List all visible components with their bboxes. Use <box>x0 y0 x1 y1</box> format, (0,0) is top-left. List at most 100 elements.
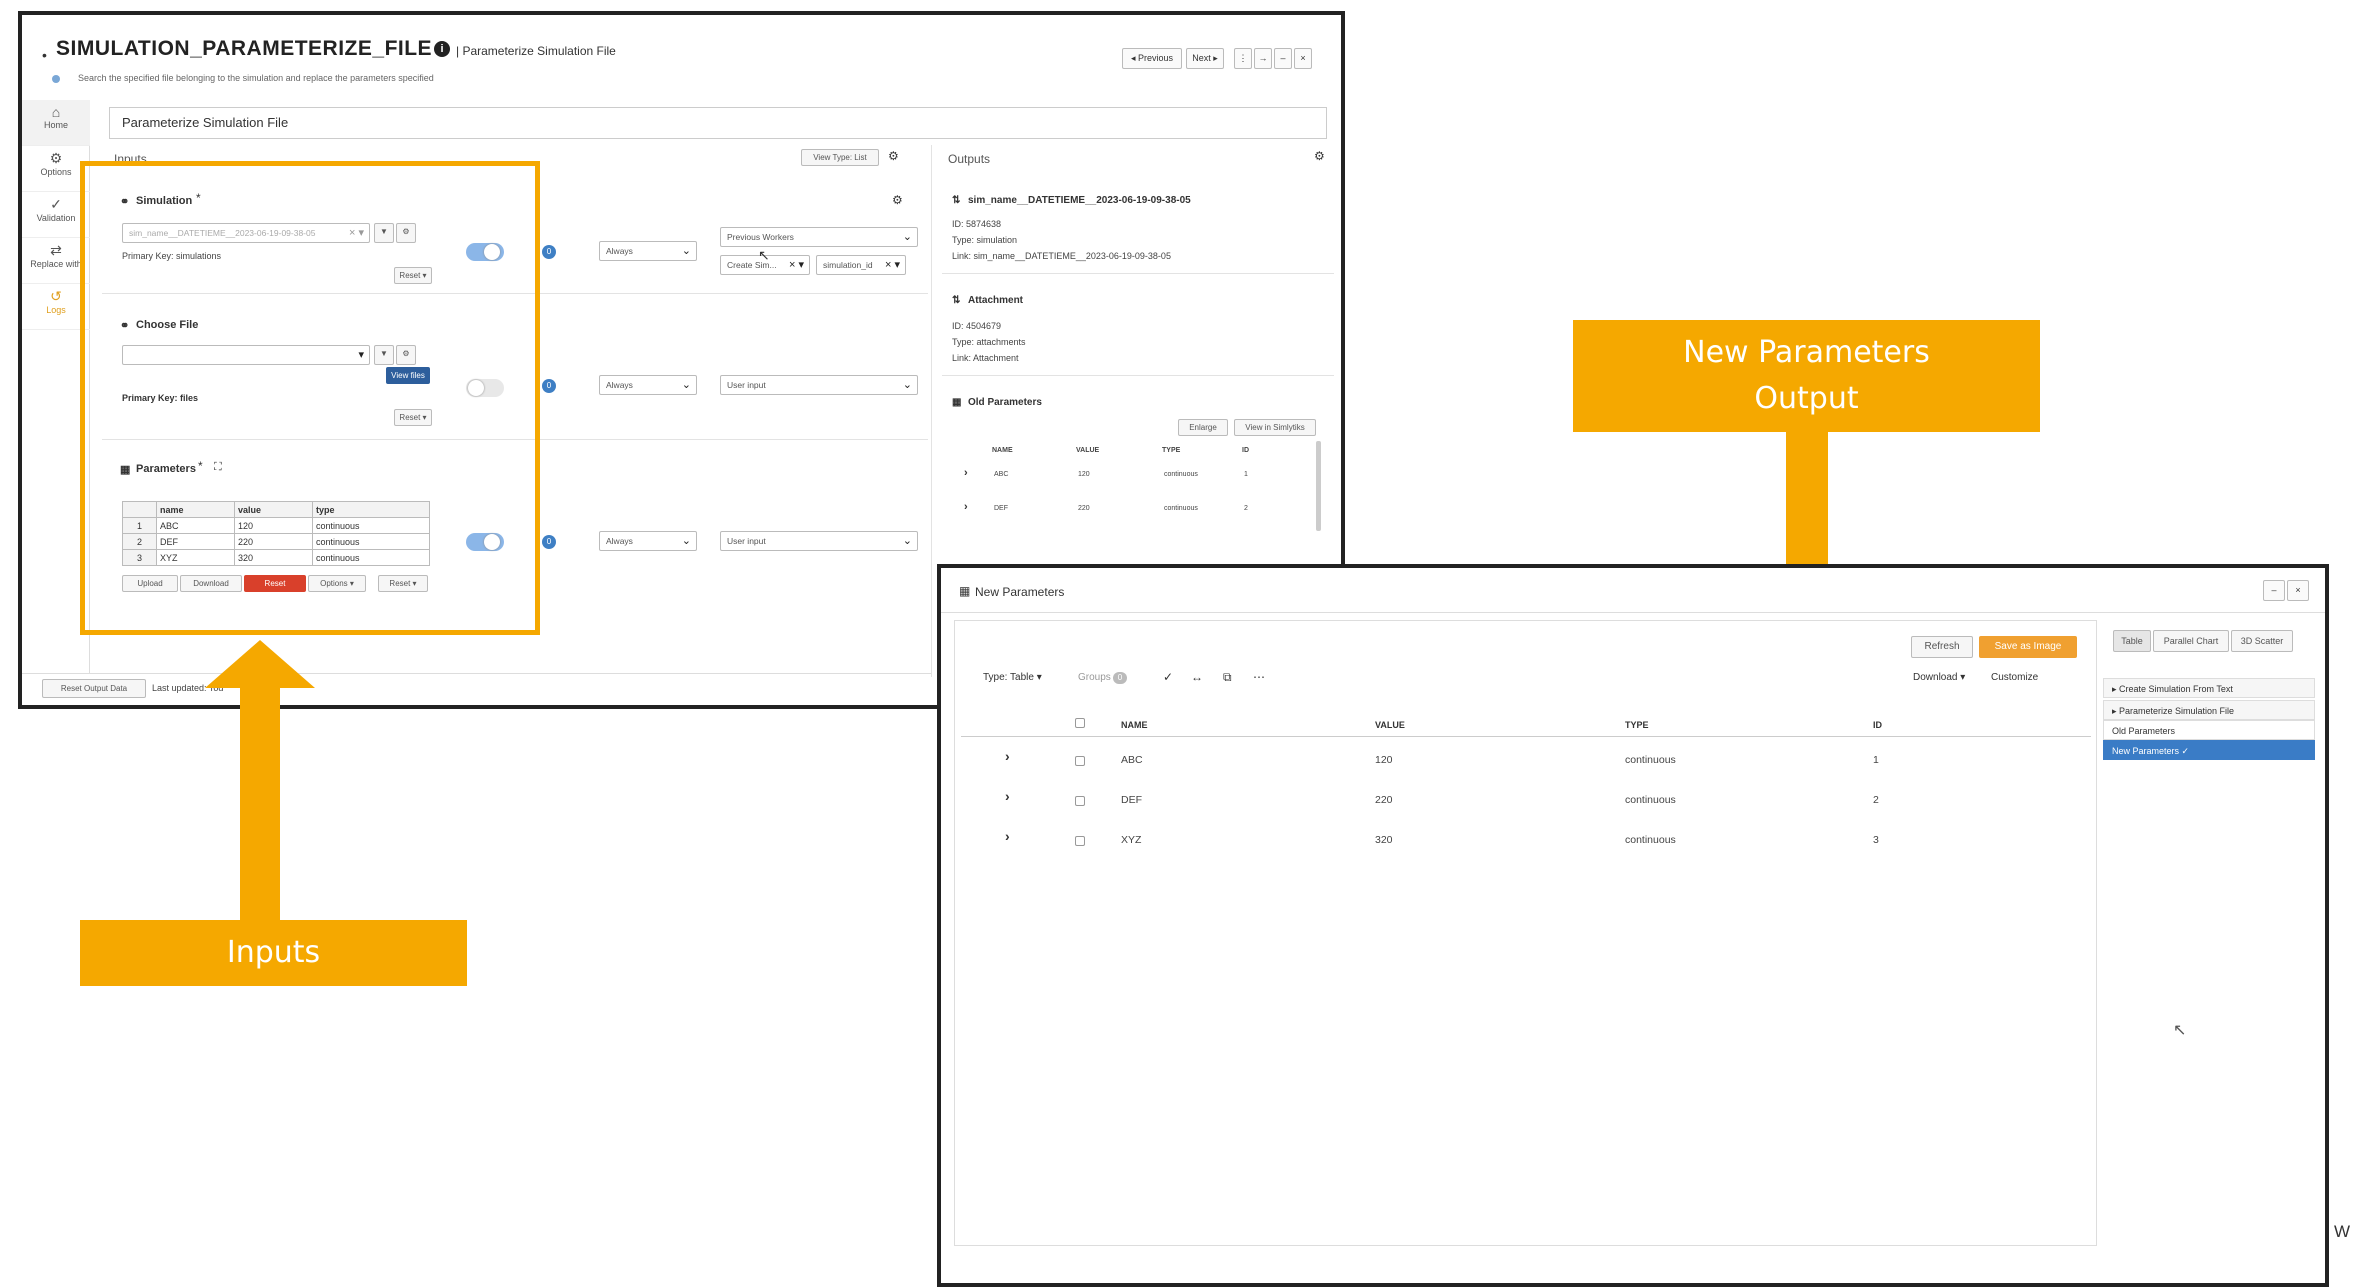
parameters-source-select[interactable]: User input ⌄ <box>720 531 918 551</box>
choose-file-mode-select[interactable]: Always ⌄ <box>599 375 697 395</box>
column-header-name[interactable]: NAME <box>1121 720 1148 730</box>
table-cell: 220 <box>1375 794 1393 806</box>
inputs-arrow <box>205 640 315 920</box>
sidebar-item-label: Replace with <box>30 259 82 269</box>
download-dropdown[interactable]: Download ▾ <box>1913 672 1965 683</box>
section-divider <box>942 375 1334 376</box>
clear-icon[interactable]: × ▾ <box>885 258 900 271</box>
table-cell: XYZ <box>1121 834 1142 846</box>
mouse-cursor-icon: ↖ <box>758 247 770 263</box>
type-table-dropdown[interactable]: Type: Table ▾ <box>983 672 1042 683</box>
simulation-field-select[interactable]: simulation_id × ▾ <box>816 255 906 275</box>
tab-table[interactable]: Table <box>2113 630 2151 652</box>
output-attachment-title: Attachment <box>968 295 1024 306</box>
table-cell: 1 <box>1873 754 1879 766</box>
parameters-mode-select[interactable]: Always ⌄ <box>599 531 697 551</box>
expand-row-icon[interactable]: › <box>1005 828 1010 844</box>
next-button[interactable]: Next ▸ <box>1186 48 1224 69</box>
table-cell: 120 <box>1078 471 1090 478</box>
arrow-right-icon[interactable]: → <box>1254 48 1272 69</box>
home-icon: ⌂ <box>51 104 61 120</box>
simulation-source-select[interactable]: Previous Workers ⌄ <box>720 227 918 247</box>
chevron-down-icon: ⌄ <box>681 245 691 257</box>
chevron-down-icon: ⌄ <box>902 535 912 547</box>
table-cell: 2 <box>1244 505 1248 512</box>
groups-dropdown[interactable]: Groups <box>1078 672 1111 683</box>
output-attachment-type: Type: attachments <box>952 337 1026 347</box>
choose-file-source-select[interactable]: User input ⌄ <box>720 375 918 395</box>
check-all-icon[interactable]: ✓ <box>1163 670 1173 684</box>
field-value: simulation_id <box>823 260 873 270</box>
column-header-id[interactable]: ID <box>1873 720 1882 730</box>
close-icon[interactable]: × <box>1294 48 1312 69</box>
tab-3d-scatter[interactable]: 3D Scatter <box>2231 630 2293 652</box>
expand-row-icon[interactable]: › <box>964 467 968 479</box>
expand-row-icon[interactable]: › <box>1005 748 1010 764</box>
tab-parallel-chart[interactable]: Parallel Chart <box>2153 630 2229 652</box>
column-header: TYPE <box>1162 447 1181 454</box>
row-checkbox[interactable] <box>1075 756 1085 766</box>
resize-columns-icon[interactable]: ↔ <box>1191 670 1203 684</box>
clear-icon[interactable]: × ▾ <box>789 258 804 271</box>
source-value: Previous Workers <box>727 232 794 242</box>
previous-button[interactable]: ◂ Previous <box>1122 48 1182 69</box>
copy-icon[interactable]: ⧉ <box>1223 670 1232 685</box>
table-cell: ABC <box>994 471 1009 478</box>
minimize-icon[interactable]: – <box>2263 580 2285 601</box>
column-header-value[interactable]: VALUE <box>1375 720 1405 730</box>
table-icon: ▦ <box>952 397 962 408</box>
output-simulation-type: Type: simulation <box>952 235 1018 245</box>
settings-icon[interactable]: ⚙ <box>1314 149 1325 163</box>
output-annotation-line1: New Parameters <box>1683 335 1930 370</box>
tree-item-old-parameters[interactable]: Old Parameters <box>2103 720 2315 740</box>
reset-output-data-button[interactable]: Reset Output Data <box>42 679 146 698</box>
table-cell: 220 <box>1078 505 1090 512</box>
close-icon[interactable]: × <box>2287 580 2309 601</box>
header-divider <box>961 736 2091 737</box>
view-type-button[interactable]: View Type: List <box>801 149 879 166</box>
customize-button[interactable]: Customize <box>1991 672 2038 683</box>
row-checkbox[interactable] <box>1075 796 1085 806</box>
section-divider <box>942 273 1334 274</box>
more-icon[interactable]: ⋯ <box>1253 670 1265 684</box>
workflow-name-input[interactable]: Parameterize Simulation File <box>109 107 1327 139</box>
window-title: New Parameters <box>975 585 1065 599</box>
enlarge-button[interactable]: Enlarge <box>1178 419 1228 436</box>
tree-item-new-parameters[interactable]: New Parameters ✓ <box>2103 740 2315 760</box>
tree-item-parameterize-file[interactable]: ▸ Parameterize Simulation File <box>2103 700 2315 720</box>
old-parameters-title: Old Parameters <box>968 397 1042 408</box>
select-all-checkbox[interactable] <box>1075 718 1085 728</box>
table-cell: DEF <box>1121 794 1142 806</box>
save-as-image-button[interactable]: Save as Image <box>1979 636 2077 658</box>
table-cell: 120 <box>1375 754 1393 766</box>
info-icon[interactable]: i <box>434 41 450 57</box>
output-attachment-link[interactable]: Link: Attachment <box>952 353 1019 363</box>
parameters-count-badge: 0 <box>542 535 556 549</box>
sort-icon: ⇅ <box>952 295 961 306</box>
more-vertical-icon[interactable]: ⋮ <box>1234 48 1252 69</box>
table-cell: ABC <box>1121 754 1143 766</box>
minimize-icon[interactable]: – <box>1274 48 1292 69</box>
mouse-cursor-icon: ↖ <box>2173 1022 2187 1039</box>
simulation-mode-select[interactable]: Always ⌄ <box>599 241 697 261</box>
column-header: NAME <box>992 447 1013 454</box>
chevron-down-icon: ⌄ <box>681 379 691 391</box>
expand-row-icon[interactable]: › <box>1005 788 1010 804</box>
row-checkbox[interactable] <box>1075 836 1085 846</box>
inputs-annotation-label: Inputs <box>80 920 467 986</box>
tree-item-create-simulation[interactable]: ▸ Create Simulation From Text <box>2103 678 2315 698</box>
table-cell: continuous <box>1625 834 1676 846</box>
outputs-heading: Outputs <box>948 152 991 166</box>
table-cell: continuous <box>1625 794 1676 806</box>
settings-icon[interactable]: ⚙ <box>888 149 899 163</box>
section-gear-icon[interactable]: ⚙ <box>892 193 903 207</box>
expand-row-icon[interactable]: › <box>964 501 968 513</box>
bullet-icon: • <box>42 47 47 63</box>
scrollbar[interactable] <box>1316 441 1321 531</box>
view-in-simlytiks-button[interactable]: View in Simlytiks <box>1234 419 1316 436</box>
output-simulation-link[interactable]: Link: sim_name__DATETIEME__2023-06-19-09… <box>952 251 1171 261</box>
sidebar-item-home[interactable]: ⌂ Home <box>22 100 90 146</box>
sidebar-item-label: Logs <box>46 305 66 315</box>
column-header-type[interactable]: TYPE <box>1625 720 1649 730</box>
refresh-button[interactable]: Refresh <box>1911 636 1973 658</box>
